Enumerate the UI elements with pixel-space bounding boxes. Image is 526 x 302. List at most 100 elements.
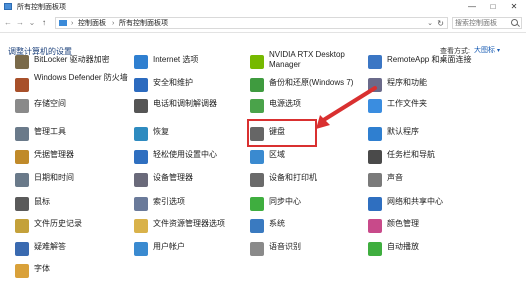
item-label: 系统 <box>269 219 285 228</box>
control-panel-item[interactable]: NVIDIA RTX Desktop Manager <box>250 50 362 72</box>
control-panel-item[interactable]: 管理工具 <box>15 126 127 144</box>
item-label: 电源选项 <box>269 99 301 108</box>
control-panel-item[interactable]: 存储空间 <box>15 98 127 116</box>
control-panel-item[interactable]: 电话和调制解调器 <box>134 98 246 116</box>
control-panel-item[interactable]: 设备和打印机 <box>250 172 362 190</box>
remoteapp-icon <box>368 55 382 69</box>
network-icon <box>368 197 382 211</box>
item-label: 疑难解答 <box>34 242 66 251</box>
control-panel-item[interactable]: 凭据管理器 <box>15 149 127 167</box>
item-label: 安全和维护 <box>153 78 193 87</box>
troubleshooting-icon <box>15 242 29 256</box>
control-panel-item[interactable]: BitLocker 驱动器加密 <box>15 54 127 72</box>
breadcrumb-separator: › <box>112 20 115 27</box>
taskbar-icon <box>368 150 382 164</box>
date-time-icon <box>15 173 29 187</box>
recent-locations-button[interactable]: ⌄ <box>27 18 37 28</box>
item-label: 日期和时间 <box>34 173 74 182</box>
control-panel-item[interactable]: 用户帐户 <box>134 241 246 259</box>
item-label: BitLocker 驱动器加密 <box>34 55 110 64</box>
control-panel-item[interactable]: 程序和功能 <box>368 77 518 95</box>
control-panel-item[interactable]: 文件资源管理器选项 <box>134 218 246 236</box>
control-panel-icon <box>4 3 12 10</box>
control-panel-item[interactable]: Windows Defender 防火墙 <box>15 73 128 95</box>
control-panel-item[interactable]: 设备管理器 <box>134 172 246 190</box>
address-box[interactable]: › 控制面板 › 所有控制面板项 ⌄ ↻ <box>55 17 448 29</box>
breadcrumb-control-panel[interactable]: 控制面板 <box>78 18 106 29</box>
control-panel-item[interactable]: 恢复 <box>134 126 246 144</box>
item-label: 管理工具 <box>34 127 66 136</box>
maximize-button[interactable]: □ <box>484 0 502 14</box>
control-panel-item[interactable]: 工作文件夹 <box>368 98 518 116</box>
item-label: 文件历史记录 <box>34 219 82 228</box>
item-label: 鼠标 <box>34 197 50 206</box>
control-panel-item[interactable]: 系统 <box>250 218 362 236</box>
refresh-icon[interactable]: ↻ <box>437 18 444 29</box>
item-label: 存储空间 <box>34 99 66 108</box>
control-panel-icon <box>59 20 67 26</box>
control-panel-item[interactable]: 索引选项 <box>134 196 246 214</box>
firewall-icon <box>15 78 29 92</box>
control-panel-item[interactable]: 安全和维护 <box>134 77 246 95</box>
control-panel-item[interactable]: 颜色管理 <box>368 218 518 236</box>
system-icon <box>250 219 264 233</box>
backup-icon <box>250 78 264 92</box>
control-panel-item[interactable]: 区域 <box>250 149 362 167</box>
control-panel-item[interactable]: 语音识别 <box>250 241 362 259</box>
address-bar-row: ← → ⌄ ↑ › 控制面板 › 所有控制面板项 ⌄ ↻ <box>0 15 526 33</box>
item-label: 轻松使用设置中心 <box>153 150 217 159</box>
item-label: 声音 <box>387 173 403 182</box>
control-panel-item[interactable]: 任务栏和导航 <box>368 149 518 167</box>
nvidia-icon <box>250 55 264 69</box>
item-label: NVIDIA RTX Desktop Manager <box>269 50 345 69</box>
forward-button[interactable]: → <box>15 18 25 28</box>
control-panel-item[interactable]: 同步中心 <box>250 196 362 214</box>
close-button[interactable]: ✕ <box>505 0 523 14</box>
item-label: 索引选项 <box>153 197 185 206</box>
item-label: 默认程序 <box>387 127 419 136</box>
search-input[interactable] <box>455 18 509 28</box>
control-panel-item[interactable]: RemoteApp 和桌面连接 <box>368 54 518 72</box>
user-accounts-icon <box>134 242 148 256</box>
minimize-button[interactable]: — <box>463 0 481 14</box>
up-button[interactable]: ↑ <box>39 18 49 28</box>
file-history-icon <box>15 219 29 233</box>
speech-icon <box>250 242 264 256</box>
item-label: 文件资源管理器选项 <box>153 219 225 228</box>
bitlocker-icon <box>15 55 29 69</box>
control-panel-item[interactable]: 疑难解答 <box>15 241 127 259</box>
control-panel-item[interactable]: 日期和时间 <box>15 172 127 190</box>
item-label: 用户帐户 <box>153 242 185 251</box>
recovery-icon <box>134 127 148 141</box>
breadcrumb-separator: › <box>71 20 74 27</box>
item-label: Windows Defender 防火墙 <box>34 73 128 82</box>
window-title: 所有控制面板项 <box>17 4 66 11</box>
address-dropdown-icon[interactable]: ⌄ <box>427 18 433 29</box>
control-panel-item[interactable]: Internet 选项 <box>134 54 246 72</box>
internet-options-icon <box>134 55 148 69</box>
back-button[interactable]: ← <box>3 18 13 28</box>
breadcrumb-all-items[interactable]: 所有控制面板项 <box>119 18 168 29</box>
item-label: 程序和功能 <box>387 78 427 87</box>
control-panel-item[interactable]: 文件历史记录 <box>15 218 127 236</box>
item-label: 电话和调制解调器 <box>153 99 217 108</box>
control-panel-item[interactable]: 自动播放 <box>368 241 518 259</box>
item-label: 工作文件夹 <box>387 99 427 108</box>
control-panel-item[interactable]: 网络和共享中心 <box>368 196 518 214</box>
control-panel-item[interactable]: 字体 <box>15 263 127 281</box>
search-box[interactable] <box>452 17 522 29</box>
security-flag-icon <box>134 78 148 92</box>
autoplay-icon <box>368 242 382 256</box>
printer-icon <box>250 173 264 187</box>
control-panel-item[interactable]: 默认程序 <box>368 126 518 144</box>
power-options-icon <box>250 99 264 113</box>
control-panel-item[interactable]: 声音 <box>368 172 518 190</box>
device-manager-icon <box>134 173 148 187</box>
control-panel-item[interactable]: 鼠标 <box>15 196 127 214</box>
region-icon <box>250 150 264 164</box>
control-panel-item[interactable]: 轻松使用设置中心 <box>134 149 246 167</box>
mouse-icon <box>15 197 29 211</box>
item-label: 自动播放 <box>387 242 419 251</box>
sound-icon <box>368 173 382 187</box>
view-by-value: 大图标 <box>474 47 495 54</box>
